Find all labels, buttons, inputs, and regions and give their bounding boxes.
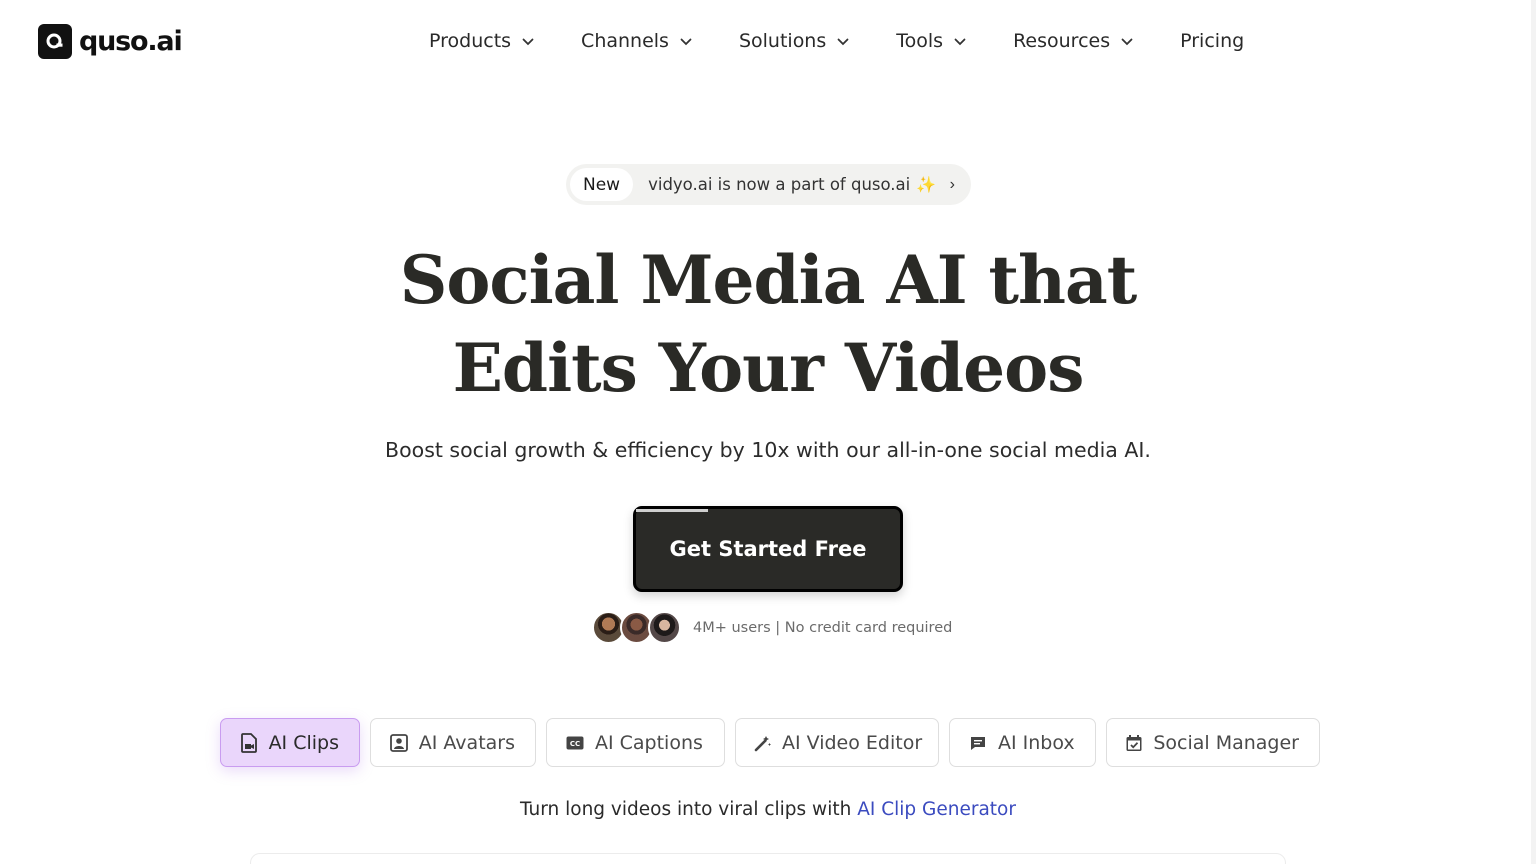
tab-social-manager-label: Social Manager bbox=[1153, 731, 1299, 754]
nav-solutions[interactable]: Solutions bbox=[739, 30, 849, 52]
hero-title: Social Media AI that Edits Your Videos bbox=[0, 236, 1536, 412]
logo[interactable]: quso.ai bbox=[38, 24, 183, 59]
main-nav: Products Channels Solutions Tools Resour… bbox=[429, 30, 1244, 52]
chevron-down-icon bbox=[522, 38, 534, 46]
social-proof: 4M+ users | No credit card required bbox=[592, 611, 952, 644]
sparkle-icon: ✨ bbox=[916, 176, 937, 194]
portrait-icon bbox=[389, 733, 409, 753]
button-highlight bbox=[636, 509, 708, 512]
get-started-button[interactable]: Get Started Free bbox=[633, 506, 903, 592]
tab-ai-inbox-label: AI Inbox bbox=[998, 731, 1075, 754]
tab-ai-video-editor[interactable]: AI Video Editor bbox=[735, 718, 939, 767]
file-video-icon bbox=[239, 732, 259, 753]
magic-wand-icon bbox=[754, 733, 772, 753]
avatar-group bbox=[592, 611, 681, 644]
tab-ai-captions[interactable]: CC AI Captions bbox=[546, 718, 725, 767]
avatar bbox=[648, 611, 681, 644]
tab-ai-clips[interactable]: AI Clips bbox=[220, 718, 360, 767]
product-tabs: AI Clips AI Avatars CC AI Captions AI Vi… bbox=[220, 718, 1320, 767]
proof-separator: | bbox=[775, 619, 781, 636]
nav-resources-label: Resources bbox=[1013, 30, 1111, 52]
get-started-label: Get Started Free bbox=[669, 537, 867, 561]
tab-ai-avatars[interactable]: AI Avatars bbox=[370, 718, 536, 767]
announcement-text: vidyo.ai is now a part of quso.ai bbox=[648, 175, 911, 194]
tab-ai-clips-label: AI Clips bbox=[268, 731, 339, 754]
nav-pricing[interactable]: Pricing bbox=[1180, 30, 1244, 52]
chevron-down-icon bbox=[1121, 38, 1133, 46]
nav-tools[interactable]: Tools bbox=[896, 30, 966, 52]
chevron-down-icon bbox=[837, 38, 849, 46]
scrollbar[interactable] bbox=[1531, 0, 1536, 864]
nav-channels-label: Channels bbox=[581, 30, 669, 52]
tab-ai-inbox[interactable]: AI Inbox bbox=[949, 718, 1096, 767]
feature-tagline: Turn long videos into viral clips with A… bbox=[0, 799, 1536, 820]
tab-social-manager[interactable]: Social Manager bbox=[1106, 718, 1320, 767]
users-count: 4M+ users bbox=[693, 619, 771, 636]
tab-ai-avatars-label: AI Avatars bbox=[418, 731, 515, 754]
ai-clip-generator-link[interactable]: AI Clip Generator bbox=[857, 799, 1016, 820]
logo-icon bbox=[38, 24, 72, 59]
svg-text:CC: CC bbox=[570, 740, 580, 748]
no-card-note: No credit card required bbox=[784, 619, 953, 636]
chevron-down-icon bbox=[680, 38, 692, 46]
social-proof-text: 4M+ users | No credit card required bbox=[693, 620, 952, 636]
nav-products[interactable]: Products bbox=[429, 30, 534, 52]
nav-resources[interactable]: Resources bbox=[1013, 30, 1133, 52]
tab-ai-captions-label: AI Captions bbox=[595, 731, 703, 754]
announcement-pill[interactable]: New vidyo.ai is now a part of quso.ai ✨ … bbox=[566, 164, 971, 205]
nav-products-label: Products bbox=[429, 30, 512, 52]
nav-pricing-label: Pricing bbox=[1180, 30, 1245, 52]
logo-wordmark: quso.ai bbox=[79, 26, 183, 57]
new-badge: New bbox=[570, 168, 634, 201]
tab-ai-video-editor-label: AI Video Editor bbox=[782, 731, 923, 754]
calendar-check-icon bbox=[1125, 733, 1143, 753]
chat-icon bbox=[968, 733, 988, 753]
preview-panel bbox=[250, 853, 1286, 864]
tagline-text: Turn long videos into viral clips with bbox=[520, 799, 852, 820]
nav-channels[interactable]: Channels bbox=[581, 30, 692, 52]
hero-subtitle: Boost social growth & efficiency by 10x … bbox=[385, 438, 1151, 462]
nav-solutions-label: Solutions bbox=[738, 30, 827, 52]
hero-title-line-1: Social Media AI that bbox=[399, 241, 1138, 319]
hero-title-line-2: Edits Your Videos bbox=[452, 329, 1085, 407]
chevron-down-icon bbox=[954, 38, 966, 46]
nav-tools-label: Tools bbox=[896, 30, 944, 52]
cc-icon: CC bbox=[565, 733, 585, 753]
chevron-right-icon: › bbox=[949, 175, 955, 193]
